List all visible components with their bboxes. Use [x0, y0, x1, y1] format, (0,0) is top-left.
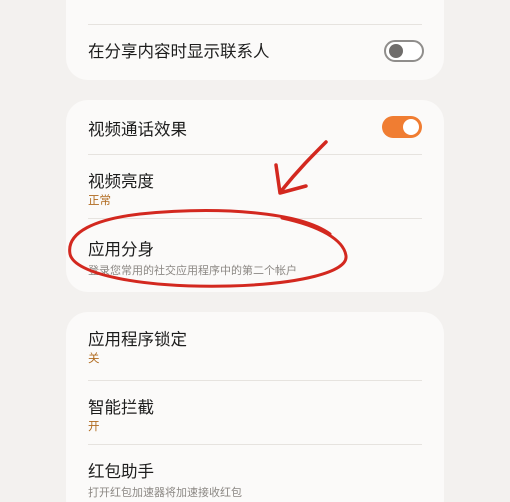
video-call-effects-toggle[interactable] [382, 116, 422, 138]
video-brightness-value: 正常 [88, 193, 111, 207]
smart-intercept-value: 开 [88, 419, 100, 433]
share-contact-toggle[interactable] [384, 40, 424, 62]
red-packet-description: 打开红包加速器将加速接收红包 [88, 486, 242, 499]
smart-intercept-row[interactable]: 智能拦截 开 [66, 380, 444, 444]
video-call-effects-row[interactable]: 视频通话效果 [66, 100, 444, 154]
app-lock-row[interactable]: 应用程序锁定 关 [66, 312, 444, 380]
red-packet-row[interactable]: 红包助手 打开红包加速器将加速接收红包 [66, 444, 444, 502]
dual-apps-description: 登录您常用的社交应用程序中的第二个帐户 [88, 264, 297, 277]
settings-card-video: 视频通话效果 视频亮度 正常 应用分身 登录您常用的社交应用程序中的第二个帐户 [66, 100, 444, 292]
settings-card-sharing: 在分享内容时显示联系人 [66, 0, 444, 80]
video-call-effects-title: 视频通话效果 [88, 120, 187, 139]
video-brightness-title: 视频亮度 [88, 172, 154, 191]
red-packet-title: 红包助手 [88, 462, 154, 481]
toggle-knob [403, 119, 419, 135]
app-lock-value: 关 [88, 351, 100, 365]
settings-card-advanced: 应用程序锁定 关 智能拦截 开 红包助手 打开红包加速器将加速接收红包 [66, 312, 444, 502]
share-contact-row[interactable]: 在分享内容时显示联系人 [66, 24, 444, 80]
dual-apps-row[interactable]: 应用分身 登录您常用的社交应用程序中的第二个帐户 [66, 218, 444, 292]
dual-apps-title: 应用分身 [88, 240, 154, 259]
toggle-knob [389, 44, 403, 58]
video-brightness-row[interactable]: 视频亮度 正常 [66, 154, 444, 218]
share-contact-title: 在分享内容时显示联系人 [88, 42, 270, 61]
app-lock-title: 应用程序锁定 [88, 330, 187, 349]
smart-intercept-title: 智能拦截 [88, 398, 154, 417]
